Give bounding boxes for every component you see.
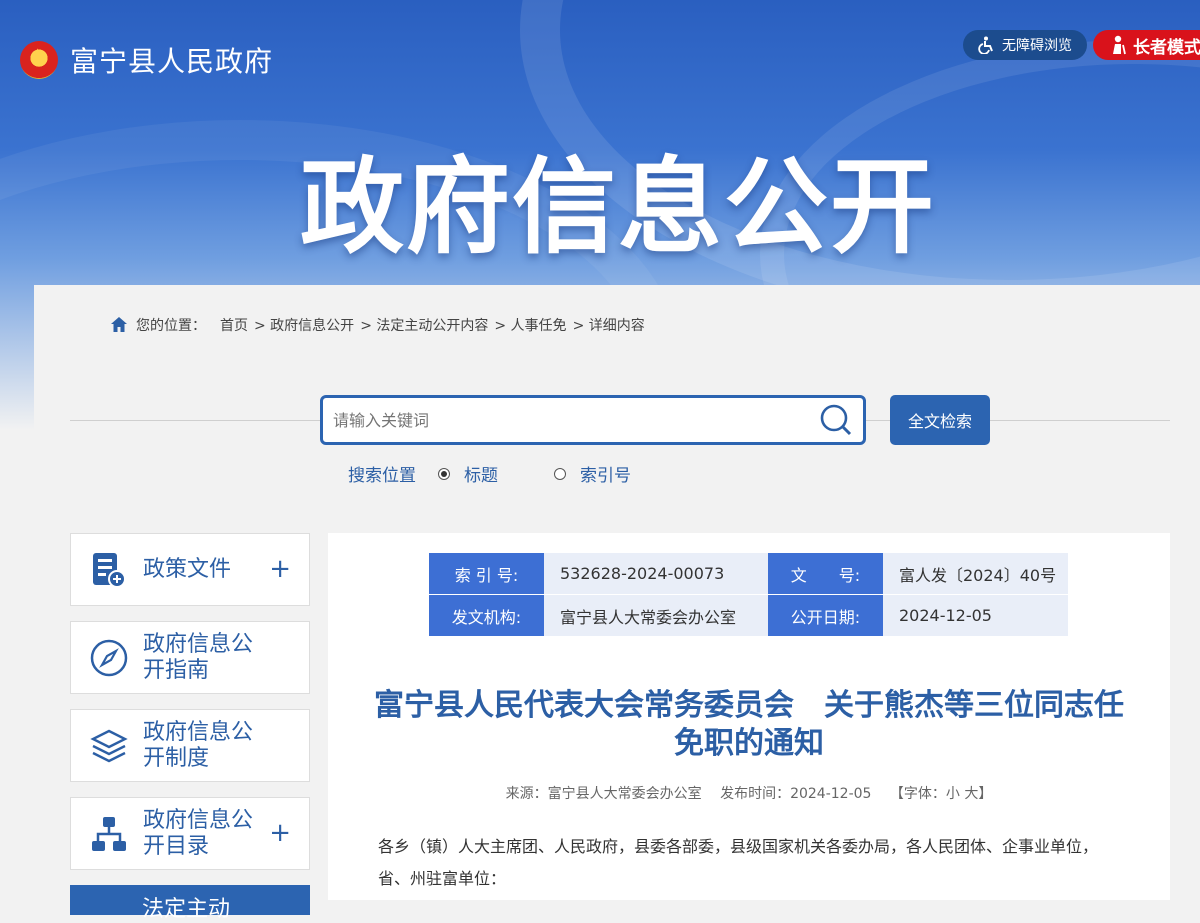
search-input[interactable]: [323, 398, 805, 442]
site-logo[interactable]: ★ 富宁县人民政府: [20, 40, 273, 80]
content-area: 您的位置： 首页 > 政府信息公开 > 法定主动公开内容 > 人事任免 > 详细…: [34, 285, 1200, 922]
search-scope: 搜索位置 标题 索引号: [348, 461, 631, 486]
meta-value-doc-no: 富人发〔2024〕40号: [883, 553, 1068, 595]
sidebar-item-label: 政府信息公开指南: [143, 631, 254, 683]
compass-icon: [90, 639, 128, 676]
org-chart-icon: [92, 816, 126, 851]
breadcrumb-link-personnel[interactable]: > 人事任免: [494, 315, 566, 335]
breadcrumb-prefix: 您的位置：: [136, 318, 206, 334]
accessibility-label: 无障碍浏览: [1002, 38, 1072, 54]
expand-plus-icon[interactable]: +: [269, 556, 291, 582]
accessibility-button[interactable]: 无障碍浏览: [963, 30, 1087, 60]
article-source: 来源：富宁县人大常委会办公室: [505, 786, 702, 802]
sidebar-item-info-catalog[interactable]: 政府信息公开目录 +: [70, 797, 310, 870]
sidebar: 政策文件 + 政府信息公开指南 政府信息公开制度 政府信息公开目录 + 法定主动: [70, 533, 310, 922]
sidebar-item-statutory-active[interactable]: 法定主动: [70, 885, 310, 922]
sidebar-item-info-guide[interactable]: 政府信息公开指南: [70, 621, 310, 694]
radio-index-no[interactable]: [554, 467, 566, 480]
document-add-icon: [93, 552, 126, 588]
sidebar-item-policy-docs[interactable]: 政策文件 +: [70, 533, 310, 606]
article-publish-time: 发布时间：2024-12-05: [720, 786, 872, 802]
article-title: 富宁县人民代表大会常务委员会 关于熊杰等三位同志任免职的通知: [374, 688, 1124, 761]
fulltext-search-button[interactable]: 全文检索: [890, 395, 990, 445]
document-meta-table: 索 引 号: 532628-2024-00073 文 号: 富人发〔2024〕4…: [429, 553, 1068, 636]
article-panel: 索 引 号: 532628-2024-00073 文 号: 富人发〔2024〕4…: [328, 533, 1170, 900]
search-scope-label: 搜索位置: [348, 466, 416, 486]
article-meta: 来源：富宁县人大常委会办公室 发布时间：2024-12-05 【字体：小 大】: [328, 783, 1170, 803]
site-name: 富宁县人民政府: [70, 45, 274, 78]
search-icon[interactable]: [819, 403, 853, 437]
meta-key-doc-no: 文 号:: [768, 553, 883, 595]
radio-index-no-label[interactable]: 索引号: [580, 461, 631, 486]
font-size-toggle[interactable]: 【字体：小 大】: [890, 786, 992, 802]
breadcrumb-link-statutory[interactable]: > 法定主动公开内容: [360, 315, 488, 335]
meta-value-date: 2024-12-05: [883, 594, 1068, 636]
meta-key-issuer: 发文机构:: [429, 594, 544, 636]
elder-mode-label: 长者模式: [1133, 37, 1200, 58]
elder-mode-button[interactable]: 长者模式: [1093, 30, 1200, 60]
search-box: [320, 395, 866, 445]
expand-plus-icon[interactable]: +: [269, 820, 291, 846]
sidebar-item-label: 政府信息公开目录: [143, 807, 254, 859]
breadcrumb: 您的位置： 首页 > 政府信息公开 > 法定主动公开内容 > 人事任免 > 详细…: [110, 315, 651, 335]
article-body: 各乡（镇）人大主席团、人民政府，县委各部委，县级国家机关各委办局，各人民团体、企…: [378, 837, 1099, 888]
meta-value-index: 532628-2024-00073: [544, 553, 768, 595]
banner-title: 政府信息公开: [299, 146, 936, 268]
radio-title[interactable]: [438, 467, 450, 480]
sidebar-item-info-system[interactable]: 政府信息公开制度: [70, 709, 310, 782]
sidebar-item-label: 政策文件: [143, 556, 232, 582]
elder-person-icon: [1113, 35, 1126, 55]
meta-value-issuer: 富宁县人大常委会办公室: [544, 594, 768, 636]
sidebar-item-label: 政府信息公开制度: [143, 719, 254, 771]
meta-key-date: 公开日期:: [768, 594, 883, 636]
breadcrumb-current: > 详细内容: [572, 318, 645, 334]
radio-title-label[interactable]: 标题: [464, 461, 498, 486]
home-icon[interactable]: [110, 316, 128, 334]
wheelchair-icon: [978, 36, 993, 54]
national-emblem-icon: ★: [20, 41, 58, 79]
breadcrumb-link-home[interactable]: 首页: [220, 315, 248, 335]
meta-key-index: 索 引 号:: [429, 553, 544, 595]
layers-icon: [90, 729, 128, 762]
breadcrumb-link-gov-info[interactable]: > 政府信息公开: [254, 315, 354, 335]
